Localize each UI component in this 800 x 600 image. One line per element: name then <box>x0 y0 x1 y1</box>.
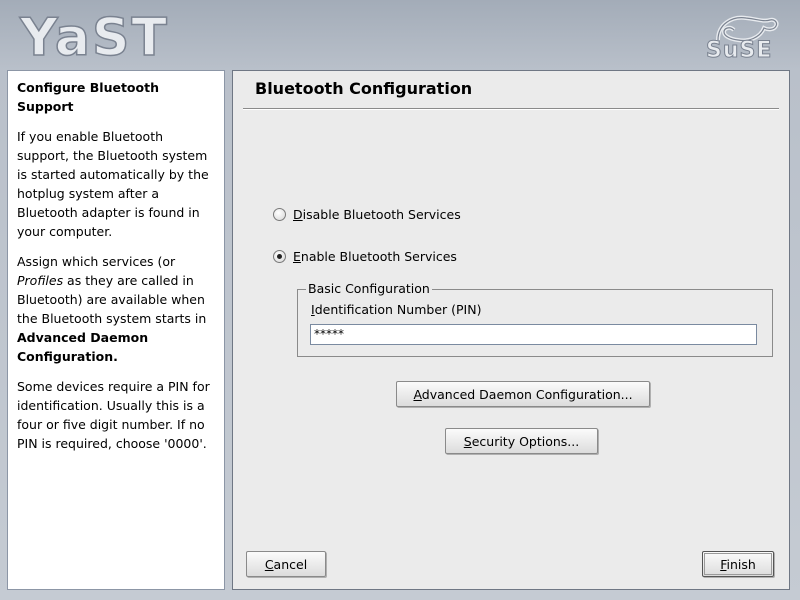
radio-label[interactable]: Disable Bluetooth Services <box>293 207 461 222</box>
basic-configuration-group: Basic Configuration Identification Numbe… <box>297 281 773 357</box>
help-text: Assign which services (or <box>17 254 176 269</box>
pin-input[interactable]: ***** <box>310 324 757 345</box>
vendor-logo-text: SuSE <box>705 38 773 64</box>
help-emphasis: Profiles <box>17 273 64 288</box>
enable-bluetooth-radio[interactable]: Enable Bluetooth Services <box>273 249 457 264</box>
yast-logo: YaST <box>19 7 169 69</box>
radio-checked-icon[interactable] <box>273 250 286 263</box>
radio-label[interactable]: Enable Bluetooth Services <box>293 249 457 264</box>
main-panel: Bluetooth Configuration Disable Bluetoot… <box>232 70 790 590</box>
page-title: Bluetooth Configuration <box>255 79 473 98</box>
title-divider <box>243 108 779 110</box>
finish-button[interactable]: Finish <box>702 551 774 577</box>
help-panel: Configure Bluetooth Support If you enabl… <box>7 70 225 590</box>
cancel-button[interactable]: Cancel <box>246 551 326 577</box>
help-title: Configure Bluetooth Support <box>17 80 159 114</box>
help-paragraph-3: Some devices require a PIN for identific… <box>17 379 210 451</box>
radio-unchecked-icon[interactable] <box>273 208 286 221</box>
suse-logo: SuSE <box>700 10 780 66</box>
help-strong: Advanced Daemon Configuration. <box>17 330 149 364</box>
help-paragraph-2: Assign which services (or Profiles as th… <box>17 252 215 366</box>
disable-bluetooth-radio[interactable]: Disable Bluetooth Services <box>273 207 461 222</box>
group-legend: Basic Configuration <box>306 281 432 296</box>
help-paragraph-1: If you enable Bluetooth support, the Blu… <box>17 129 209 239</box>
security-options-button[interactable]: Security Options... <box>445 428 598 454</box>
advanced-daemon-configuration-button[interactable]: Advanced Daemon Configuration... <box>396 381 650 407</box>
pin-label: Identification Number (PIN) <box>311 302 482 317</box>
